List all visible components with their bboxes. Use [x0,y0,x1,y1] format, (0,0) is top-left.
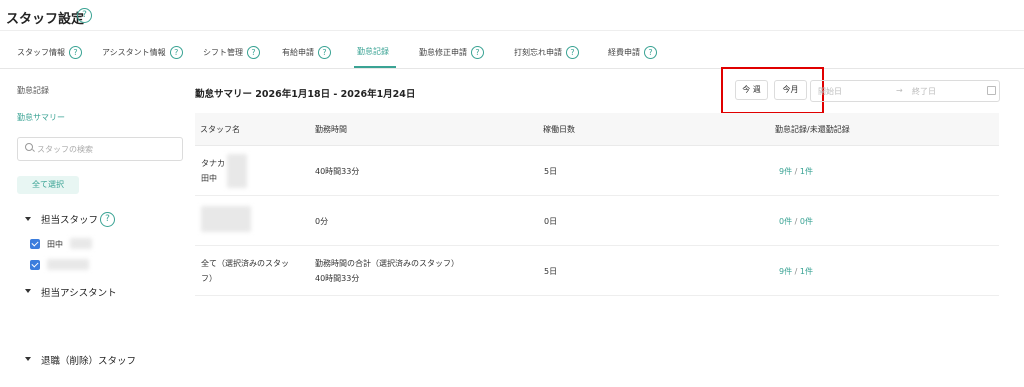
group-retired-label[interactable]: 退職（削除）スタッフ [41,353,136,367]
help-icon[interactable]: ? [69,46,82,59]
redacted-name [227,154,247,188]
caret-down-icon[interactable] [25,217,31,221]
work-hours: 0分 [315,217,329,226]
help-icon[interactable]: ? [318,46,331,59]
records-link[interactable]: 0件 [779,217,792,226]
total-label-cont: フ） [201,274,217,283]
help-icon[interactable]: ? [100,212,115,227]
active-tab-indicator [354,66,396,68]
tab-attendance-correction[interactable]: 勤怠修正申請? [419,46,484,59]
column-header: 勤務時間 [315,125,347,134]
redacted-name [47,259,89,270]
help-icon[interactable]: ? [566,46,579,59]
tab-forgot-punch[interactable]: 打刻忘れ申請? [514,46,579,59]
unrecorded-link[interactable]: 1件 [800,167,813,176]
sidebar-item-summary[interactable]: 勤怠サマリー [17,112,65,123]
total-hours: 40時間33分 [315,274,360,283]
work-hours: 40時間33分 [315,167,360,176]
search-placeholder: スタッフの検索 [37,145,93,154]
records-link[interactable]: 9件 [779,167,792,176]
tab-attendance-records[interactable]: 勤怠記録 [357,46,389,57]
column-header: 勤怠記録/未還勤記録 [775,125,850,134]
tab-staff-info[interactable]: スタッフ情報? [17,46,82,59]
select-all-button[interactable]: 全て選択 [17,176,79,194]
tab-bar: スタッフ情報? アシスタント情報? シフト管理? 有給申請? 勤怠記録 勤怠修正… [0,38,1024,69]
work-days: 0日 [544,217,558,226]
unrecorded-link[interactable]: 1件 [800,267,813,276]
tab-label: 有給申請 [282,48,314,57]
column-header: 稼働日数 [543,125,575,134]
staff-checkbox[interactable] [30,239,40,249]
record-count-cell: 9件 / 1件 [779,266,813,277]
search-icon [25,143,33,151]
table-row: 全て（選択済みのスタッ フ） 勤務時間の合計（選択済みのスタッフ） 40時間33… [195,246,999,296]
redacted-name [201,206,251,232]
sidebar-heading[interactable]: 勤怠記録 [17,85,49,96]
staff-kana: タナカ [201,159,225,168]
staff-name: 田中 [201,174,217,183]
tab-shift-management[interactable]: シフト管理? [203,46,260,59]
table-header: スタッフ名 勤務時間 稼働日数 勤怠記録/未還勤記録 [195,113,999,146]
tab-label: 経費申請 [608,48,640,57]
highlight-box [721,67,824,114]
total-label: 全て（選択済みのスタッ [201,259,289,268]
help-icon[interactable]: ? [247,46,260,59]
summary-title: 勤怠サマリー 2026年1月18日 - 2026年1月24日 [195,89,416,100]
title-bar [0,0,1024,31]
work-days: 5日 [544,267,558,276]
record-count-cell: 0件 / 0件 [779,216,813,227]
tab-label: 勤怠記録 [357,47,389,56]
start-date-placeholder: 開始日 [818,87,842,96]
total-hours-label: 勤務時間の合計（選択済みのスタッフ） [315,259,459,268]
help-icon[interactable]: ? [471,46,484,59]
column-header: スタッフ名 [200,125,240,134]
caret-down-icon[interactable] [25,357,31,361]
tab-label: アシスタント情報 [102,48,166,57]
help-icon[interactable]: ? [169,46,183,59]
tab-assistant-info[interactable]: アシスタント情報? [102,46,183,59]
redacted-name [70,238,92,249]
tab-label: 打刻忘れ申請 [514,48,562,57]
tab-paid-leave[interactable]: 有給申請? [282,46,331,59]
help-icon[interactable]: ? [644,46,657,59]
range-arrow: → [896,86,903,95]
unrecorded-link[interactable]: 0件 [800,217,813,226]
work-days: 5日 [544,167,558,176]
table-row: タナカ 田中 40時間33分 5日 9件 / 1件 [195,146,999,196]
separator: / [794,167,798,176]
tab-label: スタッフ情報 [17,48,65,57]
group-assistant-label[interactable]: 担当アシスタント [41,285,117,299]
staff-name: 田中 [47,240,63,249]
caret-down-icon[interactable] [25,289,31,293]
separator: / [794,217,798,226]
group-staff-label[interactable]: 担当スタッフ [41,212,98,226]
end-date-placeholder: 終了日 [912,87,936,96]
table-row: 0分 0日 0件 / 0件 [195,196,999,246]
tab-label: シフト管理 [203,48,243,57]
separator: / [794,267,798,276]
tab-expenses[interactable]: 経費申請? [608,46,657,59]
record-count-cell: 9件 / 1件 [779,166,813,177]
staff-checkbox[interactable] [30,260,40,270]
records-link[interactable]: 9件 [779,267,792,276]
help-icon[interactable]: ? [77,8,92,23]
calendar-icon[interactable] [987,86,996,95]
page-title: スタッフ設定 [6,12,85,27]
tab-label: 勤怠修正申請 [419,48,467,57]
